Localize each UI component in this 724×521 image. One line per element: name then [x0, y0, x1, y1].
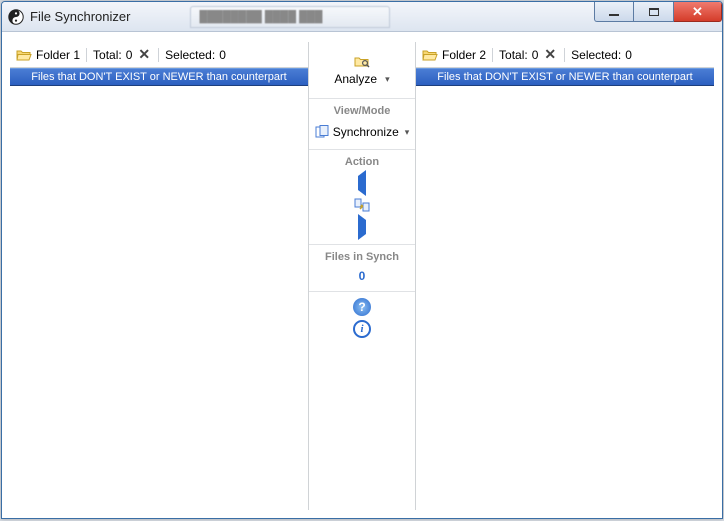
background-tab-label: ████████ ████ ███ [199, 11, 322, 23]
x-icon[interactable]: ✕ [136, 46, 152, 63]
triangle-left-icon [358, 176, 366, 190]
left-file-list[interactable] [10, 86, 308, 510]
middle-panel: Analyze ▾ View/Mode Synchronize ▾ Action [309, 42, 415, 510]
maximize-icon [649, 8, 659, 16]
right-panel: Folder 2 Total: 0 ✕ Selected: 0 Files th… [415, 42, 714, 510]
title-bar: File Synchronizer ████████ ████ ███ ✕ [2, 2, 722, 32]
left-panel: Folder 1 Total: 0 ✕ Selected: 0 Files th… [10, 42, 309, 510]
divider [492, 48, 493, 62]
window-title: File Synchronizer [30, 9, 130, 24]
right-bluebar-text: Files that DON'T EXIST or NEWER than cou… [437, 71, 692, 83]
background-tab[interactable]: ████████ ████ ███ [190, 6, 390, 28]
minimize-icon [609, 14, 619, 16]
pages-swap-icon [354, 197, 370, 213]
left-selected-label: Selected: [165, 48, 215, 62]
right-panel-header: Folder 2 Total: 0 ✕ Selected: 0 [416, 42, 714, 68]
copy-left-button[interactable] [353, 174, 371, 192]
left-bluebar: Files that DON'T EXIST or NEWER than cou… [10, 68, 308, 86]
right-file-list[interactable] [416, 86, 714, 510]
left-folder-label: Folder 1 [36, 48, 80, 62]
right-total-value: 0 [532, 48, 539, 62]
files-in-synch-section: Files in Synch 0 [309, 245, 415, 292]
left-total-value: 0 [126, 48, 133, 62]
left-total-label: Total: [93, 48, 122, 62]
analyze-label: Analyze [334, 72, 377, 86]
chevron-down-icon: ▾ [405, 127, 410, 138]
help-button[interactable]: ? [353, 298, 371, 316]
viewmode-section: View/Mode Synchronize ▾ [309, 99, 415, 150]
chevron-down-icon: ▾ [385, 74, 390, 85]
help-icon: ? [358, 300, 365, 314]
analyze-section: Analyze ▾ [309, 42, 415, 99]
analyze-button[interactable]: Analyze ▾ [309, 48, 415, 90]
copy-right-button[interactable] [353, 218, 371, 236]
minimize-button[interactable] [594, 2, 634, 22]
files-in-synch-value: 0 [359, 269, 366, 283]
folder-open-icon[interactable] [422, 47, 438, 63]
content-area: Folder 1 Total: 0 ✕ Selected: 0 Files th… [10, 42, 714, 510]
divider [86, 48, 87, 62]
info-icon: i [360, 323, 363, 335]
action-section: Action [309, 150, 415, 245]
left-bluebar-text: Files that DON'T EXIST or NEWER than cou… [31, 71, 286, 83]
folder-open-icon[interactable] [16, 47, 32, 63]
title-left: File Synchronizer [8, 9, 130, 25]
right-bluebar: Files that DON'T EXIST or NEWER than cou… [416, 68, 714, 86]
viewmode-label: View/Mode [334, 105, 391, 117]
close-button[interactable]: ✕ [674, 2, 722, 22]
right-selected-label: Selected: [571, 48, 621, 62]
synchronize-mode-button[interactable]: Synchronize ▾ [311, 123, 414, 141]
right-total-label: Total: [499, 48, 528, 62]
close-icon: ✕ [692, 4, 703, 20]
yin-yang-icon [8, 9, 24, 25]
action-label: Action [345, 156, 379, 168]
help-section: ? i [309, 292, 415, 346]
x-icon[interactable]: ✕ [542, 46, 558, 63]
app-window: File Synchronizer ████████ ████ ███ ✕ Fo… [1, 1, 723, 519]
pages-icon [315, 125, 329, 139]
divider [158, 48, 159, 62]
triangle-right-icon [358, 220, 366, 234]
left-panel-header: Folder 1 Total: 0 ✕ Selected: 0 [10, 42, 308, 68]
info-button[interactable]: i [353, 320, 371, 338]
divider [564, 48, 565, 62]
right-folder-label: Folder 2 [442, 48, 486, 62]
left-selected-value: 0 [219, 48, 226, 62]
folder-search-icon [354, 54, 370, 70]
files-in-synch-label: Files in Synch [325, 251, 399, 263]
right-selected-value: 0 [625, 48, 632, 62]
maximize-button[interactable] [634, 2, 674, 22]
window-controls: ✕ [594, 2, 722, 22]
sync-both-button[interactable] [353, 196, 371, 214]
synchronize-label: Synchronize [333, 125, 399, 139]
